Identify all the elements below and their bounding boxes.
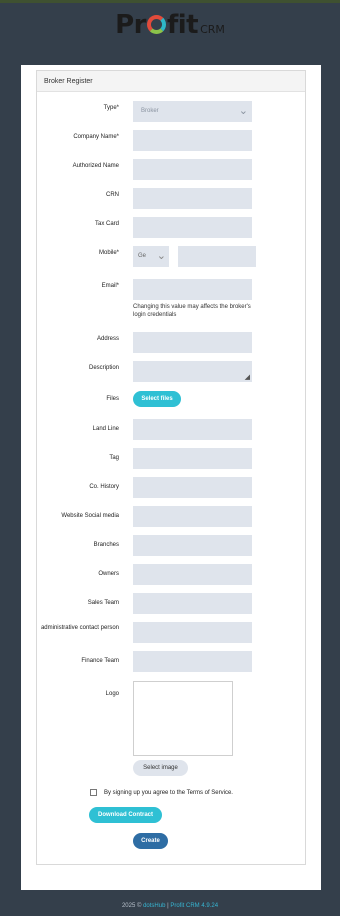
- country-code-select[interactable]: Ge ⌄: [133, 246, 169, 267]
- company-name-input[interactable]: [133, 130, 252, 151]
- select-files-button[interactable]: Select files: [133, 391, 181, 407]
- mobile-label: Mobile*: [98, 250, 119, 256]
- brand-name-right: fit: [166, 10, 199, 40]
- chevron-down-icon: ⌄: [238, 105, 248, 117]
- brand-logo: Pr fit CRM: [0, 10, 340, 40]
- download-contract-button[interactable]: Download Contract: [89, 807, 162, 823]
- sales-team-input[interactable]: [133, 593, 252, 614]
- co-history-label: Co. History: [89, 484, 119, 490]
- website-label: Website Social media: [61, 513, 119, 519]
- country-code-value: Ge: [138, 253, 147, 259]
- footer-year: 2025 ©: [121, 903, 142, 909]
- resize-handle-icon[interactable]: ◢: [245, 373, 250, 381]
- terms-checkbox[interactable]: [90, 789, 97, 796]
- email-input[interactable]: [133, 279, 252, 300]
- files-label: Files: [106, 396, 119, 402]
- mobile-input[interactable]: [178, 246, 256, 267]
- owners-label: Owners: [98, 571, 119, 577]
- address-input[interactable]: [133, 332, 252, 353]
- address-label: Address: [96, 336, 119, 342]
- create-button[interactable]: Create: [133, 833, 168, 849]
- footer-product-link[interactable]: Profit CRM 4.9.24: [170, 903, 218, 909]
- crn-input[interactable]: [133, 188, 252, 209]
- email-label: Email*: [101, 283, 119, 289]
- terms-text: By signing up you agree to the Terms of …: [104, 790, 233, 796]
- content-card: Broker Register Type* Broker ⌄ Company N…: [21, 65, 321, 890]
- authorized-name-label: Authorized Name: [72, 163, 119, 169]
- type-select-value: Broker: [141, 108, 159, 114]
- land-line-label: Land Line: [92, 426, 119, 432]
- select-image-button[interactable]: Select image: [133, 760, 188, 776]
- tag-label: Tag: [109, 455, 119, 461]
- authorized-name-input[interactable]: [133, 159, 252, 180]
- website-input[interactable]: [133, 506, 252, 527]
- company-name-label: Company Name*: [73, 134, 119, 140]
- type-select[interactable]: Broker ⌄: [133, 101, 252, 122]
- footer-separator: |: [167, 903, 169, 909]
- tag-input[interactable]: [133, 448, 252, 469]
- land-line-input[interactable]: [133, 419, 252, 440]
- brand-suffix: CRM: [200, 23, 225, 36]
- tax-card-label: Tax Card: [94, 221, 119, 227]
- email-note: Changing this value may affects the brok…: [133, 304, 251, 318]
- sales-team-label: Sales Team: [87, 600, 119, 606]
- footer-company-link[interactable]: dotsHub: [143, 903, 165, 909]
- logo-preview: [133, 681, 233, 756]
- description-textarea[interactable]: ◢: [133, 361, 252, 382]
- finance-team-label: Finance Team: [81, 658, 119, 664]
- description-label: Description: [88, 365, 119, 371]
- branches-input[interactable]: [133, 535, 252, 556]
- admin-contact-label: administrative contact person: [40, 625, 119, 631]
- brand-name-left: Pr: [115, 10, 146, 40]
- admin-contact-input[interactable]: [133, 622, 252, 643]
- logo-label: Logo: [105, 691, 119, 697]
- brand-ring-icon: [146, 15, 166, 34]
- crn-label: CRN: [106, 192, 119, 198]
- top-accent-bar: [0, 0, 340, 3]
- footer: 2025 © dotsHub | Profit CRM 4.9.24: [0, 903, 340, 909]
- chevron-down-icon: ⌄: [156, 250, 166, 262]
- panel-title: Broker Register: [37, 71, 305, 92]
- finance-team-input[interactable]: [133, 651, 252, 672]
- owners-input[interactable]: [133, 564, 252, 585]
- branches-label: Branches: [93, 542, 119, 548]
- broker-register-panel: Broker Register Type* Broker ⌄ Company N…: [36, 70, 306, 865]
- co-history-input[interactable]: [133, 477, 252, 498]
- tax-card-input[interactable]: [133, 217, 252, 238]
- type-label: Type*: [103, 105, 119, 111]
